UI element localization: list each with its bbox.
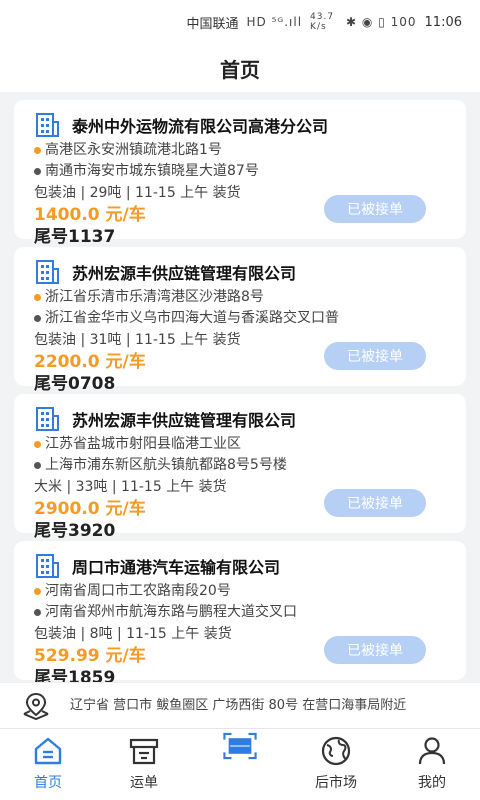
taken-status-button[interactable]: 已被接单 <box>324 489 426 517</box>
user-icon <box>418 737 446 765</box>
tab-profile-label: 我的 <box>418 775 446 791</box>
order-card[interactable]: 泰州中外运物流有限公司高港分公司 高港区永安洲镇疏港北路1号 南通市海安市城东镇… <box>14 100 466 247</box>
origin-dot-icon <box>34 441 41 448</box>
building-icon <box>36 554 59 578</box>
order-card[interactable]: 苏州宏源丰供应链管理有限公司 江苏省盐城市射阳县临港工业区 上海市浦东新区航头镇… <box>14 394 466 541</box>
destination-dot-icon <box>34 609 41 616</box>
destination-address: 上海市浦东新区航头镇航都路8号5号楼 <box>34 455 450 476</box>
company-name: 周口市通港汽车运输有限公司 <box>72 558 281 577</box>
order-list[interactable]: 泰州中外运物流有限公司高港分公司 高港区永安洲镇疏港北路1号 南通市海安市城东镇… <box>0 92 480 682</box>
destination-address: 南通市海安市城东镇晓星大道87号 <box>34 161 450 182</box>
origin-address: 浙江省乐清市乐清湾港区沙港路8号 <box>34 287 450 308</box>
company-name: 苏州宏源丰供应链管理有限公司 <box>72 264 297 283</box>
destination-address: 河南省郑州市航海东路与鹏程大道交叉口 <box>34 602 450 623</box>
tail-number: 尾号3920 <box>34 521 116 541</box>
building-icon <box>36 407 59 431</box>
company-name: 泰州中外运物流有限公司高港分公司 <box>72 117 329 136</box>
tail-number: 尾号1137 <box>34 227 116 247</box>
taken-status-button[interactable]: 已被接单 <box>324 636 426 664</box>
taken-status-button[interactable]: 已被接单 <box>324 342 426 370</box>
order-card[interactable]: 周口市通港汽车运输有限公司 河南省周口市工农路南段20号 河南省郑州市航海东路与… <box>14 541 466 682</box>
destination-dot-icon <box>34 168 41 175</box>
building-icon <box>36 113 59 137</box>
current-location-bar[interactable]: 辽宁省 营口市 鲅鱼圈区 广场西街 80号 在营口海事局附近 <box>0 682 480 728</box>
company-name: 苏州宏源丰供应链管理有限公司 <box>72 411 297 430</box>
tab-aftermarket-label: 后市场 <box>315 775 357 791</box>
carrier-label: 中国联通 <box>186 16 239 32</box>
bottom-tab-bar: 首页 运单 后市场 我的 <box>0 728 480 800</box>
origin-dot-icon <box>34 294 41 301</box>
order-card[interactable]: 苏州宏源丰供应链管理有限公司 浙江省乐清市乐清湾港区沙港路8号 浙江省金华市义乌… <box>14 247 466 394</box>
globe-icon <box>321 736 351 766</box>
location-pin-icon <box>23 692 49 720</box>
system-icons: ✱ ◉ ▯ 100 <box>346 15 417 29</box>
page-title: 首页 <box>220 57 260 82</box>
home-icon <box>34 737 62 765</box>
building-icon <box>36 260 59 284</box>
network-indicator: HD ⁵ᴳ.ıll <box>246 15 303 29</box>
tab-waybill-label: 运单 <box>130 775 158 791</box>
clock: 11:06 <box>424 14 462 30</box>
tab-scan[interactable] <box>192 729 288 800</box>
waybill-icon <box>129 738 159 765</box>
tab-aftermarket[interactable]: 后市场 <box>288 729 384 800</box>
current-location-text: 辽宁省 营口市 鲅鱼圈区 广场西街 80号 在营口海事局附近 <box>70 697 407 713</box>
destination-address: 浙江省金华市义乌市四海大道与香溪路交叉口普 <box>34 308 450 329</box>
origin-dot-icon <box>34 147 41 154</box>
tab-home[interactable]: 首页 <box>0 729 96 800</box>
destination-dot-icon <box>34 462 41 469</box>
origin-address: 高港区永安洲镇疏港北路1号 <box>34 140 450 161</box>
tab-home-label: 首页 <box>34 775 62 791</box>
tail-number: 尾号1859 <box>34 668 116 682</box>
network-speed: 43.7 K/s <box>310 12 335 32</box>
destination-dot-icon <box>34 315 41 322</box>
nav-bar: 首页 <box>0 44 480 92</box>
origin-address: 河南省周口市工农路南段20号 <box>34 581 450 602</box>
scan-icon <box>223 732 257 760</box>
tab-waybill[interactable]: 运单 <box>96 729 192 800</box>
taken-status-button[interactable]: 已被接单 <box>324 195 426 223</box>
tail-number: 尾号0708 <box>34 374 116 394</box>
origin-dot-icon <box>34 588 41 595</box>
tab-profile[interactable]: 我的 <box>384 729 480 800</box>
status-bar: 中国联通 HD ⁵ᴳ.ıll 43.7 K/s ✱ ◉ ▯ 100 11:06 <box>0 0 480 44</box>
origin-address: 江苏省盐城市射阳县临港工业区 <box>34 434 450 455</box>
